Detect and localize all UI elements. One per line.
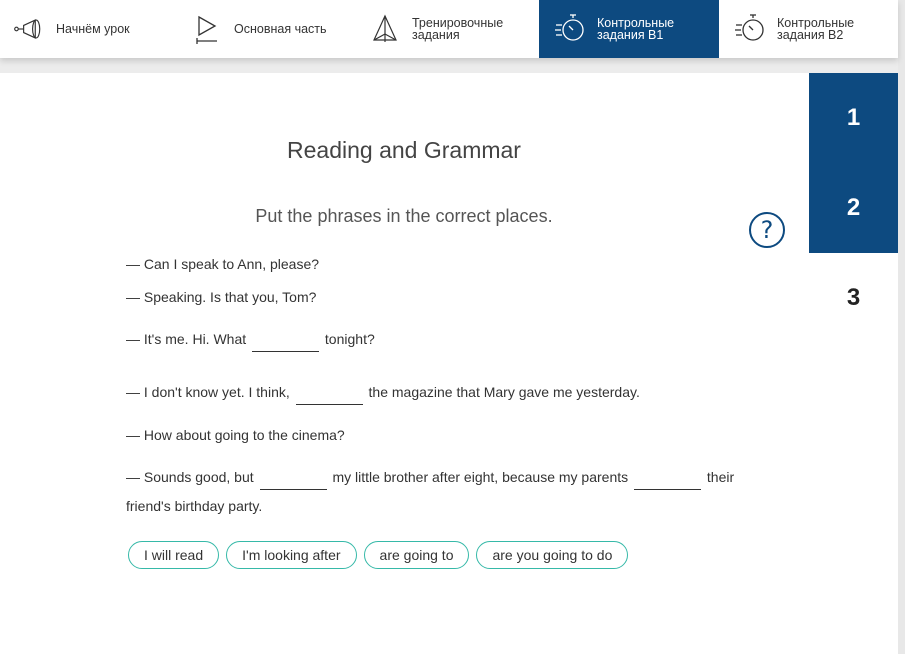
phrase-bank: I will read I'm looking after are going … (128, 541, 629, 569)
nav-item-label: Контрольные задания B2 (777, 16, 855, 42)
phrase-chip[interactable]: I will read (128, 541, 220, 569)
nav-item-label: Начнём урок (56, 22, 130, 36)
dialogue-line-continued: friend's birthday party. (126, 498, 263, 514)
phrase-chip[interactable]: are you going to do (476, 541, 629, 569)
nav-shadow-strip (0, 58, 898, 73)
nav-item-main-part[interactable]: Основная часть (190, 0, 360, 58)
top-navigation: Начнём урок Основная часть Тренировочные… (0, 0, 898, 58)
page-scrollbar-track (898, 0, 905, 654)
exercise-instruction: Put the phrases in the correct places. (255, 206, 553, 226)
answer-drop-slot[interactable] (259, 475, 327, 490)
nav-item-training-tasks[interactable]: Тренировочные задания (368, 0, 538, 58)
dialogue-line: — Sounds good, but my little brother aft… (126, 469, 734, 490)
nav-item-control-b2[interactable]: Контрольные задания B2 (733, 0, 893, 58)
exercise-title: Reading and Grammar (287, 137, 521, 163)
page-number-2[interactable]: 2 (809, 163, 898, 253)
page-number-1[interactable]: 1 (809, 73, 898, 163)
nav-item-label: Контрольные задания B1 (597, 16, 675, 42)
line-text: — Sounds good, but (126, 469, 254, 485)
line-text: their (706, 469, 735, 485)
answer-drop-slot[interactable] (634, 475, 702, 490)
line-text: the magazine that Mary gave me yesterday… (368, 384, 640, 400)
line-text: tonight? (324, 331, 375, 347)
line-text: my little brother after eight, because m… (332, 469, 629, 485)
play-icon (190, 12, 224, 46)
dialogue-line: — It's me. Hi. What tonight? (126, 331, 375, 352)
page-sidebar: 1 2 3 (809, 73, 898, 654)
pyramid-icon (368, 12, 402, 46)
line-text: — I don't know yet. I think, (126, 384, 290, 400)
nav-item-label: Основная часть (234, 22, 327, 36)
line-text: — It's me. Hi. What (126, 331, 247, 347)
dialogue-line: — Speaking. Is that you, Tom? (126, 289, 317, 305)
nav-item-start-lesson[interactable]: Начнём урок (12, 0, 182, 58)
nav-item-control-b1[interactable]: Контрольные задания B1 (539, 0, 719, 58)
phrase-chip[interactable]: I'm looking after (226, 541, 357, 569)
megaphone-icon (12, 12, 46, 46)
phrase-chip[interactable]: are going to (363, 541, 470, 569)
nav-item-label: Тренировочные задания (412, 16, 504, 42)
answer-drop-slot[interactable] (295, 390, 363, 405)
dialogue-line: — I don't know yet. I think, the magazin… (126, 384, 640, 405)
answer-drop-slot[interactable] (252, 337, 320, 352)
dialogue-line: — Can I speak to Ann, please? (126, 256, 320, 272)
help-button[interactable]: ? (749, 212, 785, 248)
stopwatch-icon (553, 12, 587, 46)
dialogue-line: — How about going to the cinema? (126, 427, 345, 443)
page-number-3[interactable]: 3 (809, 253, 898, 343)
stopwatch-icon (733, 12, 767, 46)
